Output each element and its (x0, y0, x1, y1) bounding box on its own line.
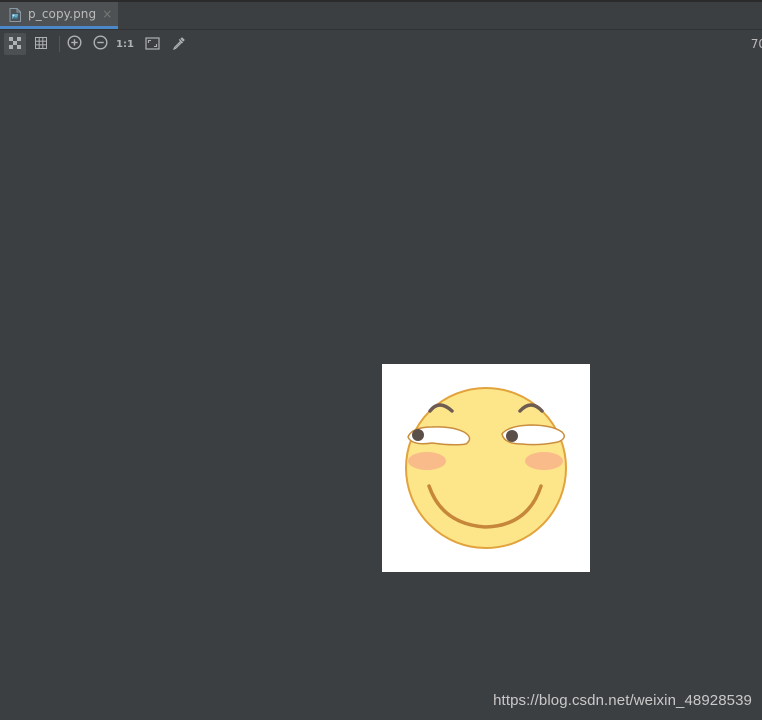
displayed-image (382, 364, 590, 572)
chessboard-icon (8, 35, 22, 54)
image-viewer-window: p_copy.png × 1:1 7 https://blog.csdn.net… (0, 0, 762, 720)
smiling-emoji-image (405, 387, 567, 549)
watermark-url: https://blog.csdn.net/weixin_48928539 (493, 692, 752, 709)
zoom-out-icon (92, 34, 108, 54)
zoom-out-button[interactable] (89, 33, 111, 55)
close-icon[interactable]: × (102, 8, 112, 20)
tab-filename: p_copy.png (28, 7, 97, 21)
toolbar-separator (59, 36, 60, 52)
editor-tab-p-copy[interactable]: p_copy.png × (0, 2, 118, 29)
zoom-level-readout: 70 (750, 37, 762, 51)
image-editor-toolbar: 1:1 70 (0, 30, 762, 58)
grid-icon (34, 35, 48, 54)
zoom-in-button[interactable] (63, 33, 85, 55)
zoom-in-icon (66, 34, 82, 54)
actual-size-button[interactable]: 1:1 (114, 33, 136, 55)
editor-tab-bar: p_copy.png × (0, 0, 762, 30)
image-canvas[interactable] (0, 58, 762, 720)
color-picker-button[interactable] (168, 33, 190, 55)
actual-size-icon: 1:1 (116, 38, 134, 50)
image-file-icon (9, 7, 21, 22)
eyedropper-icon (172, 35, 186, 54)
fit-zoom-button[interactable] (141, 33, 163, 55)
grid-toggle-button[interactable] (30, 33, 52, 55)
chessboard-toggle-button[interactable] (4, 33, 26, 55)
fit-zoom-icon (144, 35, 160, 54)
